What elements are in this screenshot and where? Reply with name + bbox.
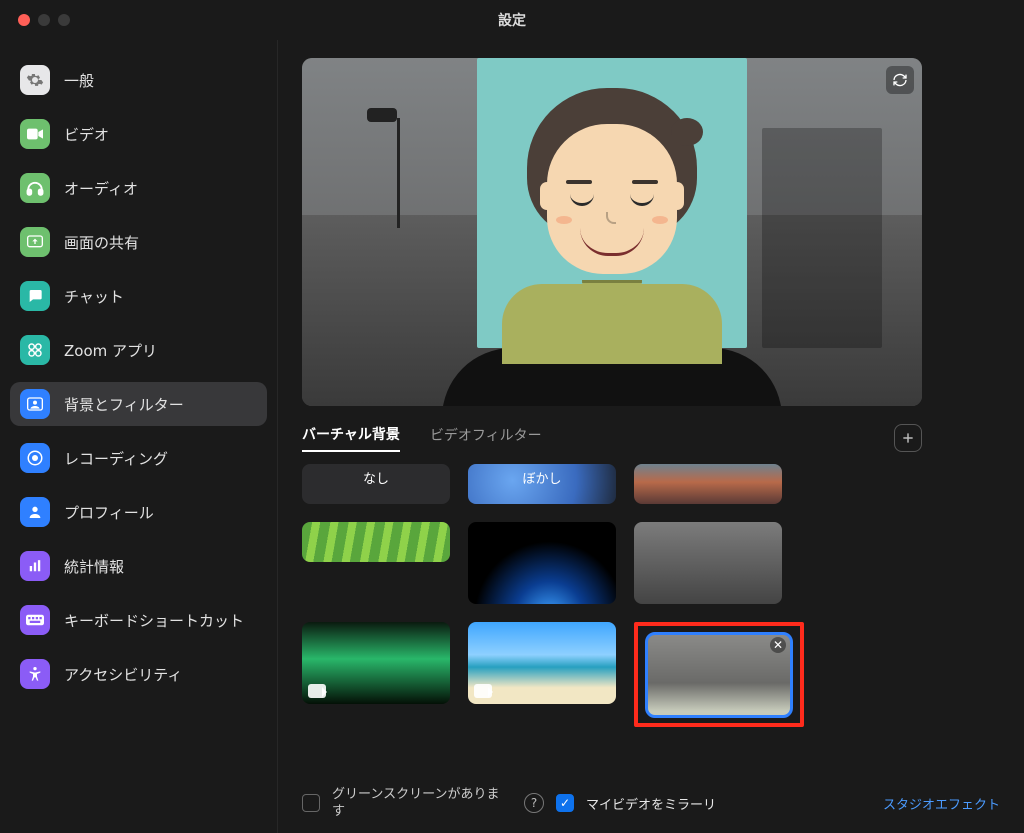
sidebar-item-label: レコーディング: [64, 448, 168, 469]
bg-option-custom-selected[interactable]: ✕: [645, 632, 793, 718]
add-background-button[interactable]: [894, 424, 922, 452]
sidebar-item-label: プロフィール: [64, 502, 154, 523]
background-grid: なし ぼかし ✕: [302, 464, 942, 727]
settings-sidebar: 一般 ビデオ オーディオ 画面の共有 チャット: [0, 40, 278, 833]
sidebar-item-recording[interactable]: レコーディング: [10, 436, 267, 480]
video-icon: [308, 684, 326, 698]
studio-effects-link[interactable]: スタジオエフェクト: [883, 794, 1000, 813]
bg-option-office[interactable]: [634, 522, 782, 604]
video-preview: [302, 58, 922, 406]
settings-content: バーチャル背景 ビデオフィルター なし ぼかし ✕ グリーンスクリーンがあり: [278, 40, 1024, 833]
window-title: 設定: [0, 10, 1024, 30]
greenscreen-checkbox[interactable]: [302, 794, 320, 812]
sidebar-item-label: アクセシビリティ: [64, 664, 182, 685]
bg-option-blur[interactable]: ぼかし: [468, 464, 616, 504]
sidebar-item-label: 背景とフィルター: [64, 394, 184, 415]
sidebar-item-label: オーディオ: [64, 178, 138, 199]
bg-option-label: なし: [302, 464, 450, 504]
tab-video-filter[interactable]: ビデオフィルター: [430, 425, 542, 451]
bg-option-grass[interactable]: [302, 522, 450, 562]
sidebar-item-accessibility[interactable]: アクセシビリティ: [10, 652, 267, 696]
sidebar-item-label: ビデオ: [64, 124, 109, 145]
bg-option-beach-video[interactable]: [468, 622, 616, 704]
mirror-video-label: マイビデオをミラーリ: [586, 794, 716, 813]
bg-option-earth[interactable]: [468, 522, 616, 604]
sidebar-item-label: 一般: [64, 70, 94, 91]
sidebar-item-label: チャット: [64, 286, 124, 307]
gear-icon: [20, 65, 50, 95]
sidebar-item-label: 統計情報: [64, 556, 124, 577]
remove-background-button[interactable]: ✕: [770, 637, 786, 653]
bg-footer: グリーンスクリーンがあります ? マイビデオをミラーリ スタジオエフェクト: [302, 786, 1000, 821]
sidebar-item-general[interactable]: 一般: [10, 58, 267, 102]
help-icon[interactable]: ?: [524, 793, 544, 813]
video-icon: [474, 684, 492, 698]
sidebar-item-label: Zoom アプリ: [64, 340, 157, 361]
selected-custom-background-highlight: ✕: [634, 622, 804, 727]
rotate-camera-button[interactable]: [886, 66, 914, 94]
video-icon: [20, 119, 50, 149]
greenscreen-label: グリーンスクリーンがあります: [332, 786, 512, 821]
accessibility-icon: [20, 659, 50, 689]
sidebar-item-statistics[interactable]: 統計情報: [10, 544, 267, 588]
bg-filter-tabs: バーチャル背景 ビデオフィルター: [302, 424, 922, 452]
chat-icon: [20, 281, 50, 311]
headphones-icon: [20, 173, 50, 203]
sidebar-item-zoom-apps[interactable]: Zoom アプリ: [10, 328, 267, 372]
bg-option-aurora-video[interactable]: [302, 622, 450, 704]
sidebar-item-share-screen[interactable]: 画面の共有: [10, 220, 267, 264]
stats-icon: [20, 551, 50, 581]
sidebar-item-label: キーボードショートカット: [64, 610, 244, 631]
keyboard-icon: [20, 605, 50, 635]
record-icon: [20, 443, 50, 473]
sidebar-item-audio[interactable]: オーディオ: [10, 166, 267, 210]
tab-virtual-background[interactable]: バーチャル背景: [302, 424, 400, 452]
sidebar-item-background-filters[interactable]: 背景とフィルター: [10, 382, 267, 426]
profile-icon: [20, 497, 50, 527]
background-icon: [20, 389, 50, 419]
sidebar-item-profile[interactable]: プロフィール: [10, 490, 267, 534]
share-screen-icon: [20, 227, 50, 257]
apps-icon: [20, 335, 50, 365]
virtual-background-overlay: [477, 58, 747, 348]
sidebar-item-label: 画面の共有: [64, 232, 139, 253]
sidebar-item-chat[interactable]: チャット: [10, 274, 267, 318]
mirror-video-checkbox[interactable]: [556, 794, 574, 812]
sidebar-item-keyboard-shortcuts[interactable]: キーボードショートカット: [10, 598, 267, 642]
sidebar-item-video[interactable]: ビデオ: [10, 112, 267, 156]
bg-option-none[interactable]: なし: [302, 464, 450, 504]
bg-option-bridge[interactable]: [634, 464, 782, 504]
bg-option-label: ぼかし: [468, 464, 616, 504]
titlebar: 設定: [0, 0, 1024, 40]
